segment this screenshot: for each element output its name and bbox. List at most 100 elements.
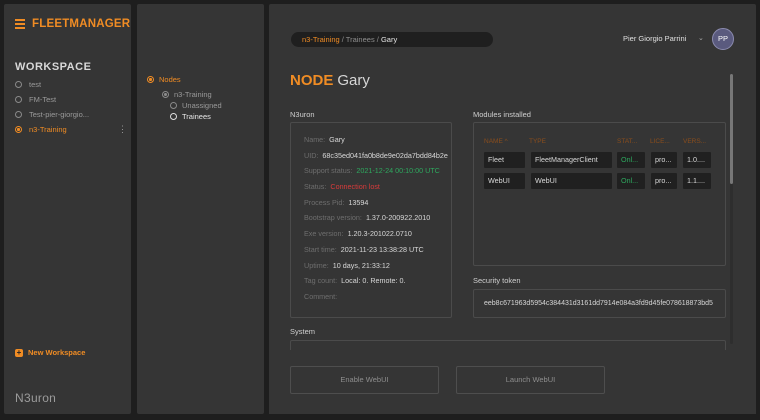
workspace-sidebar: FLEETMANAGER WORKSPACE test FM-Test Test… xyxy=(4,4,131,414)
info-value: 1.20.3-201022.0710 xyxy=(347,229,412,239)
column-header-type[interactable]: TYPE xyxy=(529,138,617,148)
node-tree-panel: Nodes n3-Training Unassigned Trainees xyxy=(137,4,264,414)
avatar[interactable]: PP xyxy=(712,28,734,50)
info-key: Comment: xyxy=(304,291,338,301)
workspace-item-label: FM-Test xyxy=(29,95,57,104)
radio-icon xyxy=(162,91,169,98)
info-value: 2021-12-24 00:10:00 UTC xyxy=(356,166,440,176)
tree-item-trainees[interactable]: Trainees xyxy=(170,112,211,121)
info-key: Process Pid: xyxy=(304,197,345,207)
info-row-uid: UID: 68c35ed041fa0b8de9e02da7bdd84b2e xyxy=(304,151,451,167)
tree-item-n3-training[interactable]: n3-Training xyxy=(162,90,212,99)
cell-license: pro... xyxy=(651,152,677,168)
cell-status: Onl... xyxy=(617,152,645,168)
column-header-status[interactable]: STAT... xyxy=(617,138,650,148)
info-key: Name: xyxy=(304,135,326,144)
info-key: Support status: xyxy=(304,166,353,176)
workspace-item-fm-test[interactable]: FM-Test xyxy=(15,92,127,107)
more-options-icon[interactable]: ⋮ xyxy=(118,124,127,135)
page-title-keyword: NODE xyxy=(290,72,334,89)
workspace-item-label: test xyxy=(29,80,42,89)
info-row-tag-count: Tag count: Local: 0. Remote: 0. xyxy=(304,276,451,292)
cell-version: 1.1.... xyxy=(683,173,711,189)
info-key: Uptime: xyxy=(304,260,329,270)
info-row-bootstrap-version: Bootstrap version: 1.37.0-200922.2010 xyxy=(304,213,451,229)
radio-selected-icon xyxy=(15,126,22,133)
tree-item-label: Unassigned xyxy=(182,101,222,110)
chevron-down-icon[interactable]: ⌄ xyxy=(698,34,704,42)
workspace-list: test FM-Test Test-pier-giorgio... n3-Tra… xyxy=(15,77,127,137)
info-key: Tag count: xyxy=(304,276,338,286)
new-workspace-label: New Workspace xyxy=(28,348,86,357)
n3uron-logo: N3uron xyxy=(15,391,57,405)
info-row-process-pid: Process Pid: 13594 xyxy=(304,198,451,214)
info-row-uptime: Uptime: 10 days, 21:33:12 xyxy=(304,261,451,277)
app-root: FLEETMANAGER WORKSPACE test FM-Test Test… xyxy=(0,0,760,420)
column-header-name[interactable]: NAME ^ xyxy=(484,138,529,148)
info-value: 1.37.0-200922.2010 xyxy=(365,213,431,223)
radio-icon xyxy=(15,81,22,88)
info-key: Status: xyxy=(304,182,327,192)
info-row-status: Status: Connection lost xyxy=(304,182,451,198)
security-token-field[interactable]: eeb8c671963d5954c384431d3161dd7914e084a3… xyxy=(473,289,726,318)
workspace-title: WORKSPACE xyxy=(15,61,92,73)
breadcrumb-workspace[interactable]: n3-Training xyxy=(302,35,340,44)
enable-webui-button[interactable]: Enable WebUI xyxy=(290,366,439,394)
table-header: NAME ^ TYPE STAT... LICE... VERS... xyxy=(484,138,715,148)
node-info-box: Name: Gary UID: 68c35ed041fa0b8de9e02da7bd… xyxy=(290,122,452,318)
workspace-item-n3-training[interactable]: n3-Training ⋮ xyxy=(15,122,127,137)
menu-icon[interactable] xyxy=(15,19,25,29)
tree-item-label: n3-Training xyxy=(174,90,212,99)
info-row-name: Name: Gary xyxy=(304,135,451,151)
section-title-n3uron: N3uron xyxy=(290,110,315,119)
cell-version: 1.0.... xyxy=(683,152,711,168)
cell-name: Fleet xyxy=(484,152,525,168)
info-value: 13594 xyxy=(348,197,369,207)
section-title-security-token: Security token xyxy=(473,276,521,285)
plus-icon: + xyxy=(15,347,23,357)
radio-icon xyxy=(170,102,177,109)
radio-icon xyxy=(15,111,22,118)
info-value: 10 days, 21:33:12 xyxy=(332,260,390,270)
section-title-system: System xyxy=(290,327,316,336)
info-value: 2021-11-23 13:38:28 UTC xyxy=(340,244,424,254)
launch-webui-button[interactable]: Launch WebUI xyxy=(456,366,605,394)
tree-item-label: Trainees xyxy=(182,112,211,121)
user-name[interactable]: Pier Giorgio Parrini xyxy=(623,34,686,43)
tree-item-unassigned[interactable]: Unassigned xyxy=(170,101,222,110)
info-row-support-status: Support status: 2021-12-24 00:10:00 UTC xyxy=(304,166,451,182)
cell-type: FleetManagerClient xyxy=(531,152,612,168)
workspace-item-label: Test-pier-giorgio... xyxy=(29,110,90,119)
cell-license: pro... xyxy=(651,173,677,189)
breadcrumb-group[interactable]: Trainees xyxy=(346,35,375,44)
workspace-item-test[interactable]: test xyxy=(15,77,127,92)
scrollbar-thumb[interactable] xyxy=(730,74,733,184)
cell-type: WebUI xyxy=(531,173,612,189)
content-scrollbar[interactable] xyxy=(730,74,733,344)
radio-icon xyxy=(170,113,177,120)
tree-item-label: Nodes xyxy=(159,75,181,84)
page-title: NODE Gary xyxy=(290,72,370,89)
column-header-version[interactable]: VERS... xyxy=(683,138,715,148)
page-title-name: Gary xyxy=(337,72,370,89)
cell-name: WebUI xyxy=(484,173,525,189)
new-workspace-button[interactable]: + New Workspace xyxy=(15,348,85,357)
info-row-start-time: Start time: 2021-11-23 13:38:28 UTC xyxy=(304,245,451,261)
node-detail-panel: n3-Training / Trainees / Gary Pier Giorg… xyxy=(269,4,756,414)
section-title-modules: Modules installed xyxy=(473,110,531,119)
column-header-license[interactable]: LICE... xyxy=(650,138,683,148)
system-box xyxy=(290,340,726,350)
info-key: UID: xyxy=(304,150,319,160)
radio-selected-icon xyxy=(147,76,154,83)
app-brand[interactable]: FLEETMANAGER xyxy=(15,18,130,30)
cell-status: Onl... xyxy=(617,173,645,189)
workspace-item-test-pier-giorgio[interactable]: Test-pier-giorgio... xyxy=(15,107,127,122)
tree-item-nodes[interactable]: Nodes xyxy=(147,75,181,84)
info-key: Bootstrap version: xyxy=(304,213,362,223)
info-key: Start time: xyxy=(304,244,337,254)
info-row-exe-version: Exe version: 1.20.3-201022.0710 xyxy=(304,229,451,245)
breadcrumb-node: Gary xyxy=(380,35,398,44)
modules-table: NAME ^ TYPE STAT... LICE... VERS... Flee… xyxy=(473,122,726,266)
status-badge: Connection lost xyxy=(330,182,380,192)
radio-icon xyxy=(15,96,22,103)
